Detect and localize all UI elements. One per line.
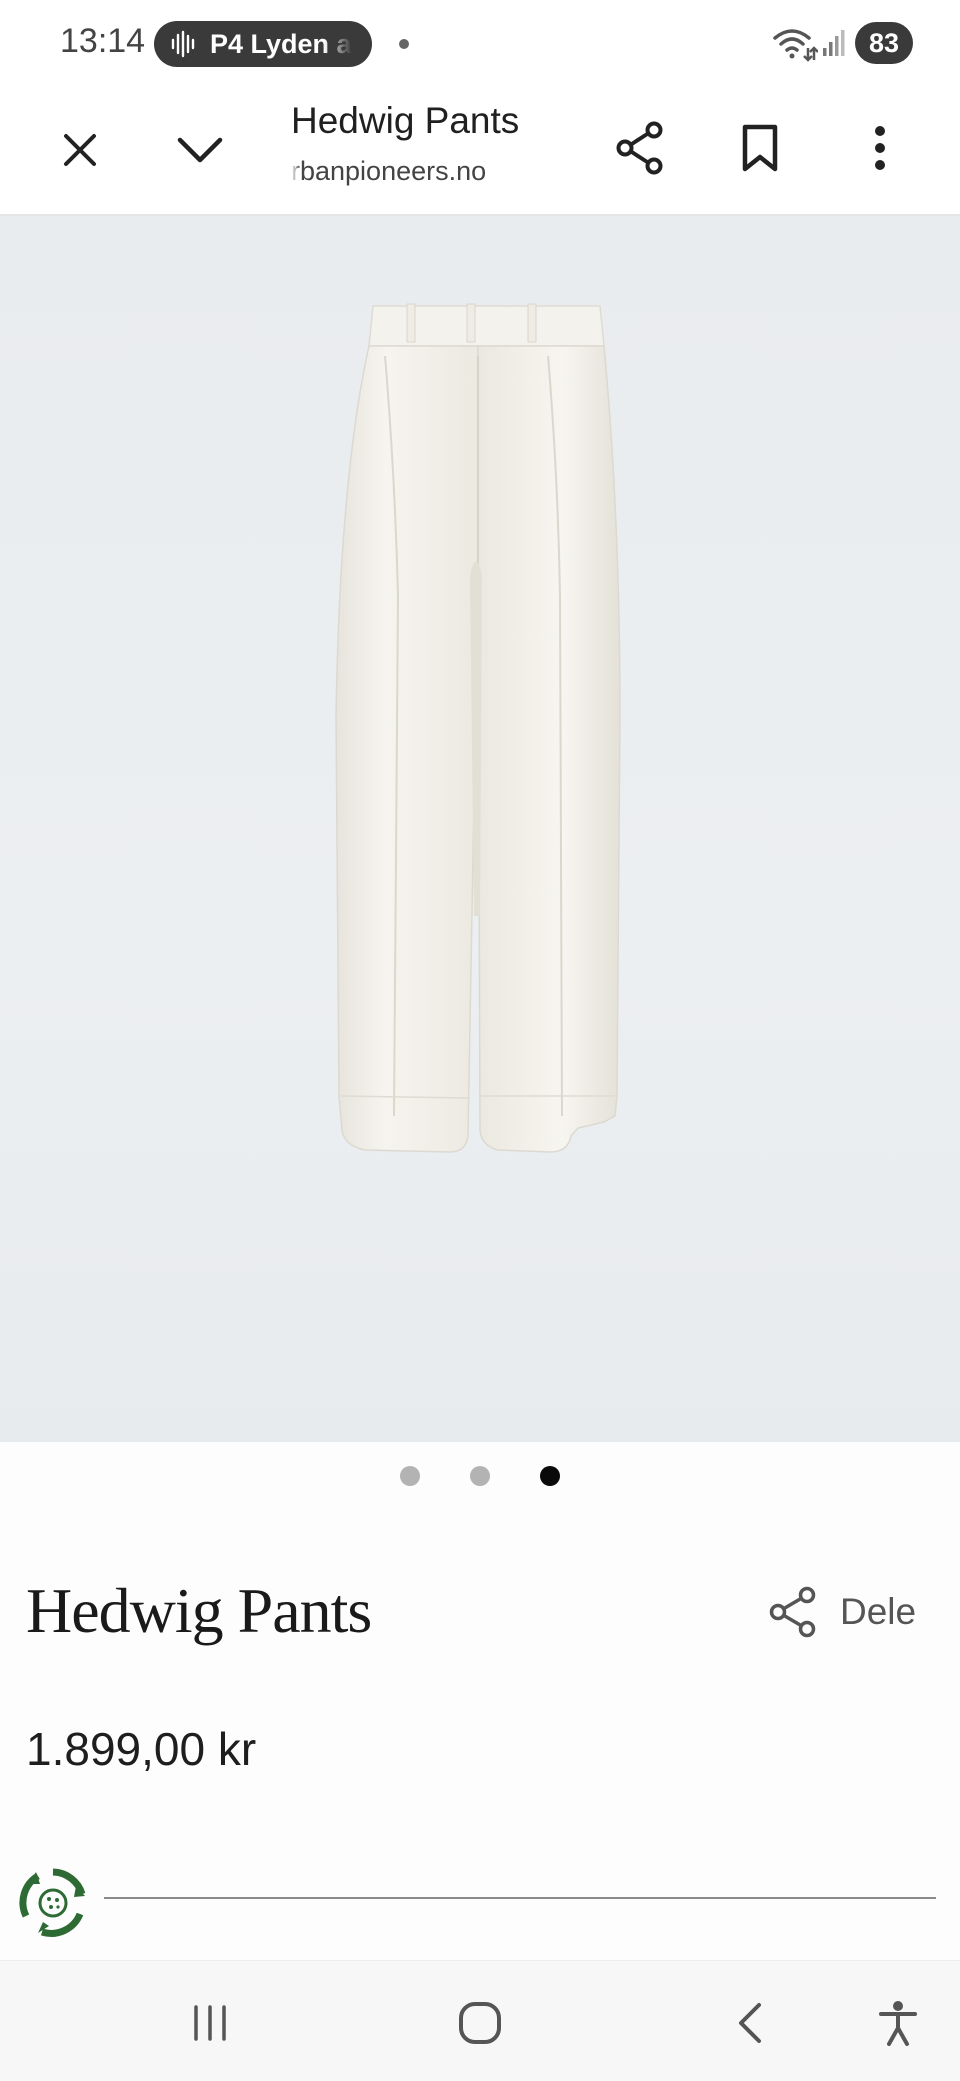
- carousel-dot[interactable]: [470, 1466, 490, 1486]
- custom-tab-toolbar: Hedwig Pants rbanpioneers.no: [0, 86, 960, 216]
- media-pill[interactable]: P4 Lyden a: [154, 21, 372, 67]
- status-time: 13:14: [60, 22, 146, 60]
- recents-icon: [194, 2005, 226, 2041]
- product-name: Hedwig Pants: [26, 1575, 372, 1646]
- sound-wave-icon: [171, 30, 195, 58]
- recents-button[interactable]: [178, 1991, 242, 2055]
- signal-icon: [823, 30, 845, 56]
- share-button[interactable]: [608, 116, 672, 180]
- share-label: Dele: [840, 1591, 917, 1632]
- divider: [104, 1897, 936, 1899]
- close-button[interactable]: [48, 118, 112, 182]
- home-button[interactable]: [448, 1991, 512, 2055]
- system-nav-bar: [0, 1960, 960, 2081]
- pants-illustration: [335, 303, 621, 1153]
- carousel-dot-active[interactable]: [540, 1466, 560, 1486]
- notification-dot-icon: [399, 39, 409, 49]
- chevron-down-icon: [177, 137, 223, 163]
- wifi-icon: [773, 29, 818, 62]
- close-icon: [64, 134, 96, 166]
- recycle-badge-icon[interactable]: [16, 1866, 90, 1940]
- share-icon: [769, 1586, 816, 1638]
- status-bar: 13:14 P4 Lyden a 83: [0, 0, 960, 86]
- accessibility-icon: [879, 2001, 917, 2046]
- more-vert-icon: [875, 126, 885, 170]
- accessibility-button[interactable]: [866, 1991, 930, 2055]
- media-pill-text: P4 Lyden a: [210, 28, 352, 59]
- product-price: 1.899,00 kr: [26, 1723, 257, 1775]
- home-icon: [459, 2002, 501, 2044]
- product-image[interactable]: [0, 216, 960, 1442]
- bookmark-button[interactable]: [728, 116, 792, 180]
- bookmark-icon: [742, 124, 778, 172]
- carousel-dot[interactable]: [400, 1466, 420, 1486]
- back-button[interactable]: [718, 1991, 782, 2055]
- minimize-button[interactable]: [168, 118, 232, 182]
- back-icon: [739, 2003, 761, 2043]
- page-url[interactable]: rbanpioneers.no: [291, 156, 521, 187]
- carousel-indicator: [0, 1466, 960, 1490]
- share-link[interactable]: Dele: [768, 1586, 916, 1638]
- more-options-button[interactable]: [848, 116, 912, 180]
- battery-icon: 83: [855, 22, 913, 64]
- share-icon: [616, 121, 663, 175]
- page-title: Hedwig Pants: [291, 100, 520, 141]
